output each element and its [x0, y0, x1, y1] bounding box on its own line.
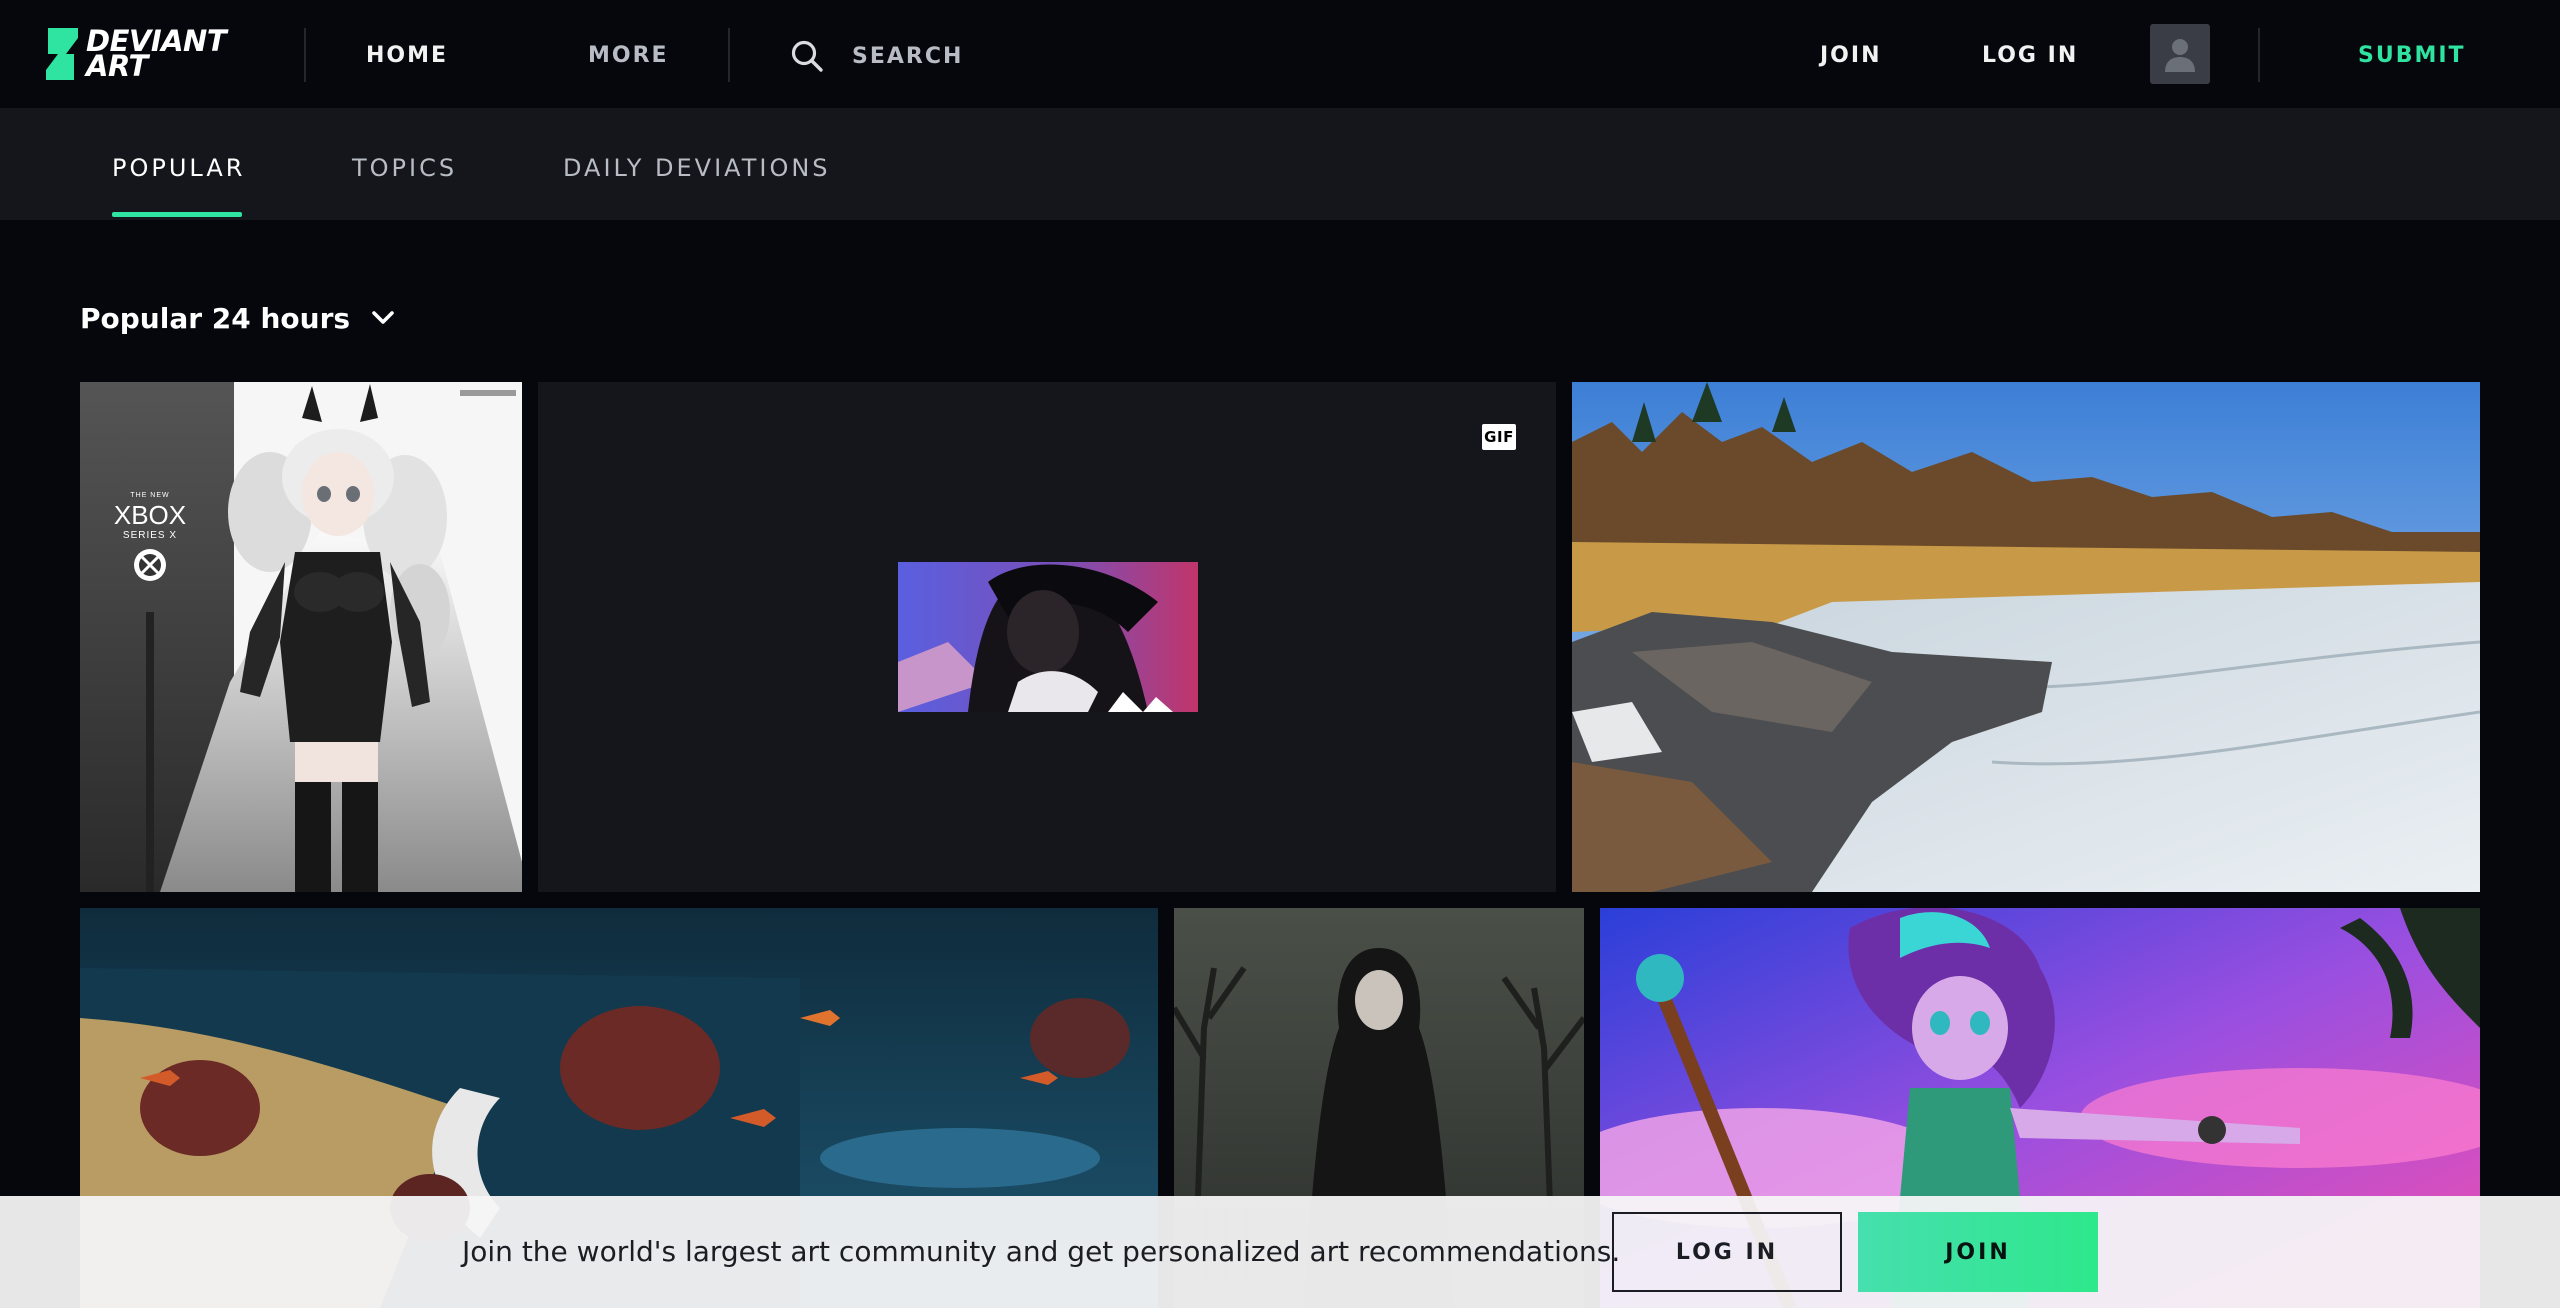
tab-daily-deviations[interactable]: Daily Deviations: [563, 148, 831, 188]
signup-banner: Join the world's largest art community a…: [0, 1196, 2560, 1308]
xbox-ad-small-text: THE NEW: [130, 492, 170, 499]
gallery-image: [1572, 382, 2480, 892]
submit-link[interactable]: Submit: [2358, 38, 2466, 74]
top-navigation-bar: Deviant Art Home More Join Log In Submit: [0, 0, 2560, 108]
gallery-item[interactable]: GIF: [538, 382, 1556, 892]
nav-divider: [304, 28, 306, 82]
nav-more-link[interactable]: More: [588, 38, 669, 74]
signup-banner-text: Join the world's largest art community a…: [462, 1235, 1621, 1268]
xbox-ad-title: XBOX: [113, 500, 187, 530]
join-link[interactable]: Join: [1820, 38, 1882, 74]
search-input[interactable]: [852, 43, 1192, 69]
gallery-image: [898, 562, 1198, 712]
tab-popular[interactable]: Popular: [112, 148, 245, 188]
gallery-image: [80, 382, 522, 892]
gallery-item[interactable]: [1572, 382, 2480, 892]
search-icon[interactable]: [790, 39, 824, 73]
nav-home-link[interactable]: Home: [366, 38, 448, 74]
sub-navigation: Popular Topics Daily Deviations: [0, 108, 2560, 220]
login-button[interactable]: Log In: [1612, 1212, 1842, 1292]
time-filter-label: Popular 24 hours: [80, 301, 351, 335]
xbox-ad-subtitle: SERIES X: [122, 530, 178, 541]
search-bar: [790, 30, 1210, 82]
nav-divider: [728, 28, 730, 82]
avatar[interactable]: [2150, 24, 2210, 84]
logo-wordmark: Deviant Art: [86, 24, 227, 83]
user-silhouette-icon: [2165, 39, 2195, 72]
deviantart-logo[interactable]: Deviant Art: [44, 26, 234, 82]
tab-topics[interactable]: Topics: [352, 148, 457, 188]
active-tab-indicator: [112, 212, 242, 217]
join-button[interactable]: Join: [1858, 1212, 2098, 1292]
login-link[interactable]: Log In: [1982, 38, 2078, 74]
gallery-item[interactable]: THE NEW XBOX SERIES X: [80, 382, 522, 892]
chevron-down-icon: [372, 311, 394, 324]
deviantart-logo-icon: [46, 28, 78, 80]
time-filter-dropdown[interactable]: Popular 24 hours: [80, 294, 396, 342]
nav-divider: [2258, 28, 2260, 82]
gif-badge: GIF: [1482, 424, 1516, 450]
